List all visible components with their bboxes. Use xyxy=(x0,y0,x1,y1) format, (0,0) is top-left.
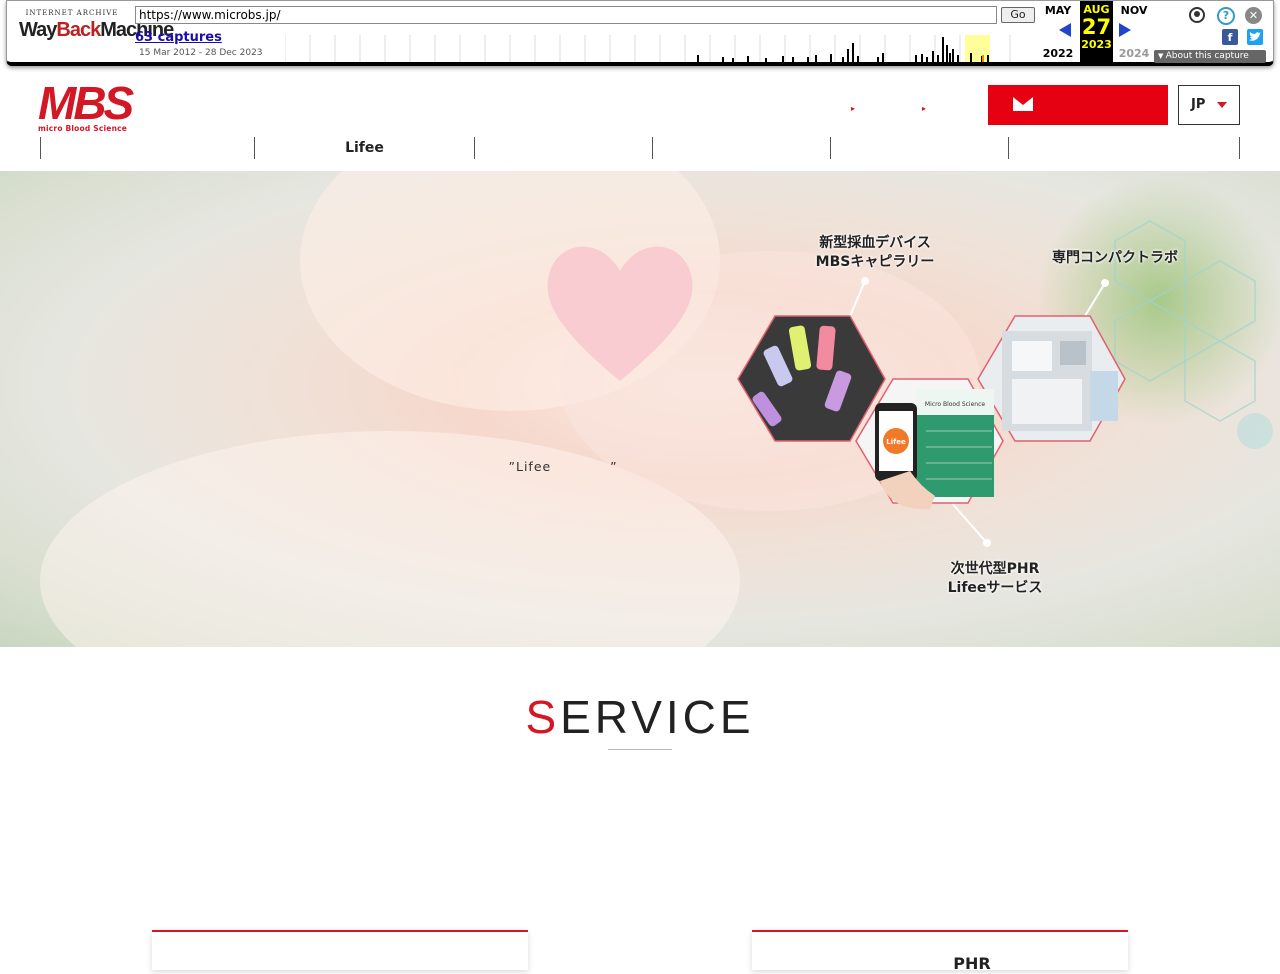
service-card-phr[interactable]: PHR xyxy=(752,930,1128,973)
service-card-1[interactable] xyxy=(152,930,528,970)
wayback-current-year: 2023 xyxy=(1081,38,1112,51)
wayback-captures-link[interactable]: 63 captures xyxy=(135,30,222,45)
wayback-about-capture[interactable]: ▼ About this capture xyxy=(1154,50,1266,63)
wayback-current-capture: AUG 27 2023 xyxy=(1080,1,1113,62)
hex-label-capillary: 新型採血デバイス MBSキャピラリー xyxy=(815,235,935,270)
site-logo[interactable]: MBS micro Blood Science xyxy=(38,80,148,136)
chevron-down-icon xyxy=(1217,102,1227,108)
utility-link-1[interactable] xyxy=(851,97,922,116)
app-banner-text: Micro Blood Science xyxy=(925,401,985,408)
hex-label-phr: 次世代型PHR Lifeeサービス xyxy=(947,561,1043,596)
wayback-brand-main: WayBackMachine xyxy=(19,19,174,41)
wayback-capture-histogram[interactable] xyxy=(285,35,1035,62)
phone-app-logo: Lifee xyxy=(886,438,906,446)
nav-item-6[interactable] xyxy=(1008,137,1240,159)
nav-item-5[interactable] xyxy=(830,137,1008,159)
service-intro-line xyxy=(0,822,1280,843)
wayback-toolbar: INTERNET ARCHIVE WayBackMachine https://… xyxy=(6,0,1274,66)
wayback-go-button[interactable]: Go xyxy=(1001,7,1035,23)
mail-icon xyxy=(1013,97,1033,111)
hero-banner: ”Lifee ” Micro Blood Science Lifee 新型採血デ… xyxy=(0,171,1280,647)
main-nav: Lifee xyxy=(40,137,1240,159)
service-heading: SERVICE xyxy=(525,691,755,743)
wayback-capture-range: 15 Mar 2012 - 28 Dec 2023 xyxy=(139,48,263,58)
nav-item-1[interactable] xyxy=(40,137,254,159)
wayback-brand-top: INTERNET ARCHIVE xyxy=(25,9,119,17)
wayback-prev-month[interactable]: MAY xyxy=(1041,4,1075,17)
wayback-current-day: 27 xyxy=(1081,15,1112,39)
logo-wordmark: MBS xyxy=(38,77,134,129)
wayback-prev-year[interactable]: 2022 xyxy=(1041,47,1075,60)
user-account-icon[interactable] xyxy=(1189,7,1205,23)
wayback-next-month[interactable]: NOV xyxy=(1117,4,1151,17)
hex-label-lab: 専門コンパクトラボ xyxy=(1052,250,1178,266)
wayback-next-arrow-icon[interactable] xyxy=(1119,23,1131,37)
nav-item-3[interactable] xyxy=(474,137,652,159)
service-hex-diagram: Micro Blood Science Lifee xyxy=(737,277,1126,547)
wayback-url-input[interactable]: https://www.microbs.jp/ xyxy=(135,6,997,24)
hero-desc-line xyxy=(90,429,700,455)
nav-item-4[interactable] xyxy=(652,137,830,159)
wayback-logo[interactable]: INTERNET ARCHIVE WayBackMachine xyxy=(19,9,174,53)
utility-link-2[interactable] xyxy=(922,97,980,116)
hero-desc-line: ”Lifee ” xyxy=(508,459,618,474)
facebook-icon[interactable]: f xyxy=(1222,29,1238,45)
hero-desc-line xyxy=(90,403,700,429)
service-divider xyxy=(608,749,672,750)
language-value: JP xyxy=(1191,97,1206,112)
service-subheading xyxy=(0,765,1280,789)
nav-item-lifee[interactable]: Lifee xyxy=(254,137,474,159)
language-select[interactable]: JP xyxy=(1178,85,1240,125)
contact-label xyxy=(1050,85,1128,125)
wayback-next-year[interactable]: 2024 xyxy=(1117,47,1151,60)
logo-tagline: micro Blood Science xyxy=(38,124,128,133)
wayback-prev-arrow-icon[interactable] xyxy=(1059,23,1071,37)
hero-description: ”Lifee ” xyxy=(90,403,700,480)
contact-button[interactable] xyxy=(988,85,1168,125)
help-icon[interactable]: ? xyxy=(1217,7,1235,25)
service-intro-line xyxy=(0,854,1280,875)
twitter-icon[interactable] xyxy=(1247,29,1263,45)
close-icon[interactable]: ✕ xyxy=(1245,7,1262,24)
